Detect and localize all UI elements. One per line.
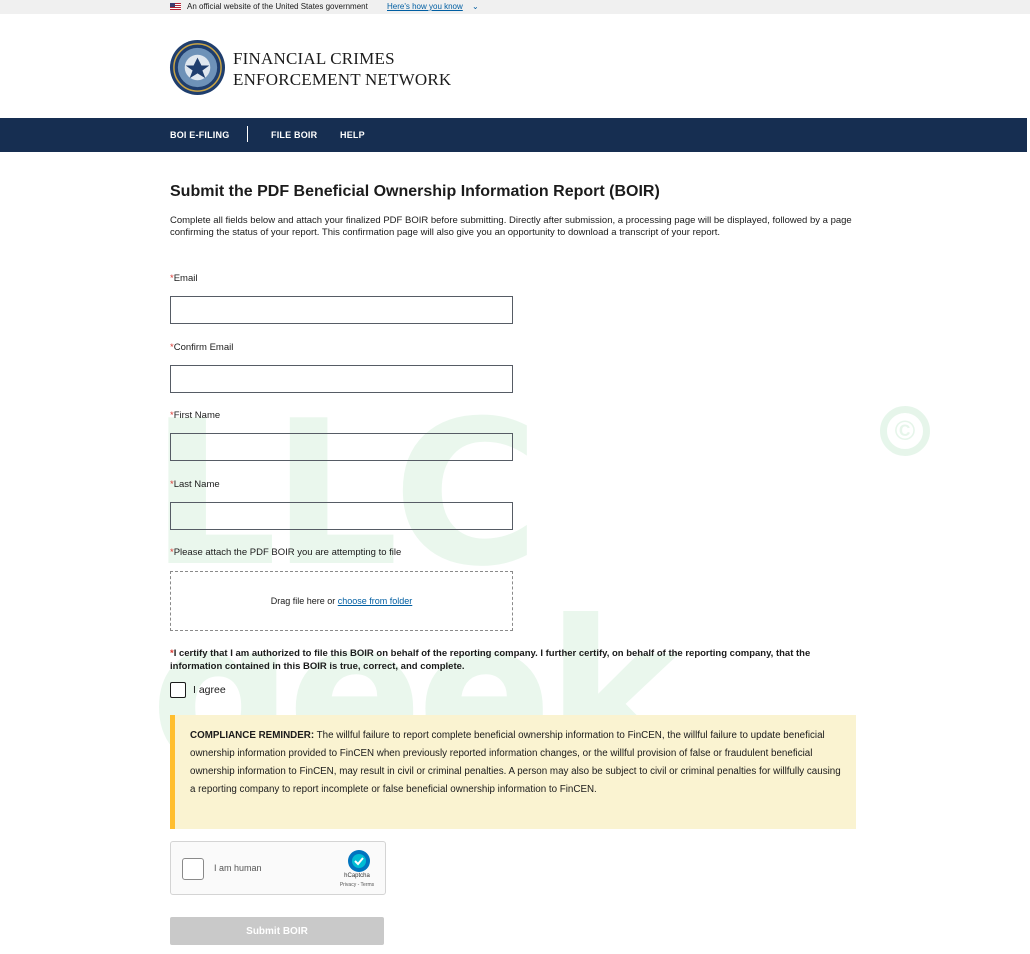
certification-statement: *I certify that I am authorized to file … — [170, 648, 860, 673]
hcaptcha-widget: I am human hCaptcha Privacy - Terms — [170, 841, 386, 895]
last-name-label: *Last Name — [170, 479, 220, 490]
hcaptcha-privacy-terms-links[interactable]: Privacy - Terms — [329, 882, 385, 888]
first-name-label: *First Name — [170, 410, 220, 421]
last-name-field[interactable] — [170, 502, 513, 530]
dropzone-text: Drag file here or — [270, 596, 338, 606]
last-name-label-text: Last Name — [173, 479, 220, 490]
captcha-label: I am human — [214, 863, 262, 873]
main-content: Submit the PDF Beneficial Ownership Info… — [0, 0, 1030, 954]
attach-label-text: Please attach the PDF BOIR you are attem… — [173, 547, 402, 558]
hcaptcha-logo-icon — [348, 850, 370, 872]
agree-checkbox[interactable] — [170, 682, 186, 698]
confirm-email-label-text: Confirm Email — [173, 342, 234, 353]
email-label-text: Email — [173, 273, 198, 284]
page-title: Submit the PDF Beneficial Ownership Info… — [170, 183, 660, 200]
choose-from-folder-link[interactable]: choose from folder — [338, 596, 413, 606]
attach-label: *Please attach the PDF BOIR you are atte… — [170, 547, 401, 558]
alert-heading: COMPLIANCE REMINDER: — [190, 730, 315, 741]
submit-boir-button[interactable]: Submit BOIR — [170, 917, 384, 945]
page-intro: Complete all fields below and attach you… — [170, 215, 852, 238]
email-field[interactable] — [170, 296, 513, 324]
compliance-reminder-alert: COMPLIANCE REMINDER: The willful failure… — [170, 715, 856, 829]
email-label: *Email — [170, 273, 197, 284]
hcaptcha-brand: hCaptcha — [344, 873, 370, 879]
confirm-email-label: *Confirm Email — [170, 342, 233, 353]
confirm-email-field[interactable] — [170, 365, 513, 393]
agree-label[interactable]: I agree — [193, 684, 226, 696]
certification-text: I certify that I am authorized to file t… — [170, 648, 811, 672]
first-name-label-text: First Name — [173, 410, 221, 421]
captcha-checkbox[interactable] — [182, 858, 204, 880]
first-name-field[interactable] — [170, 433, 513, 461]
file-dropzone[interactable]: Drag file here or choose from folder — [170, 571, 513, 631]
